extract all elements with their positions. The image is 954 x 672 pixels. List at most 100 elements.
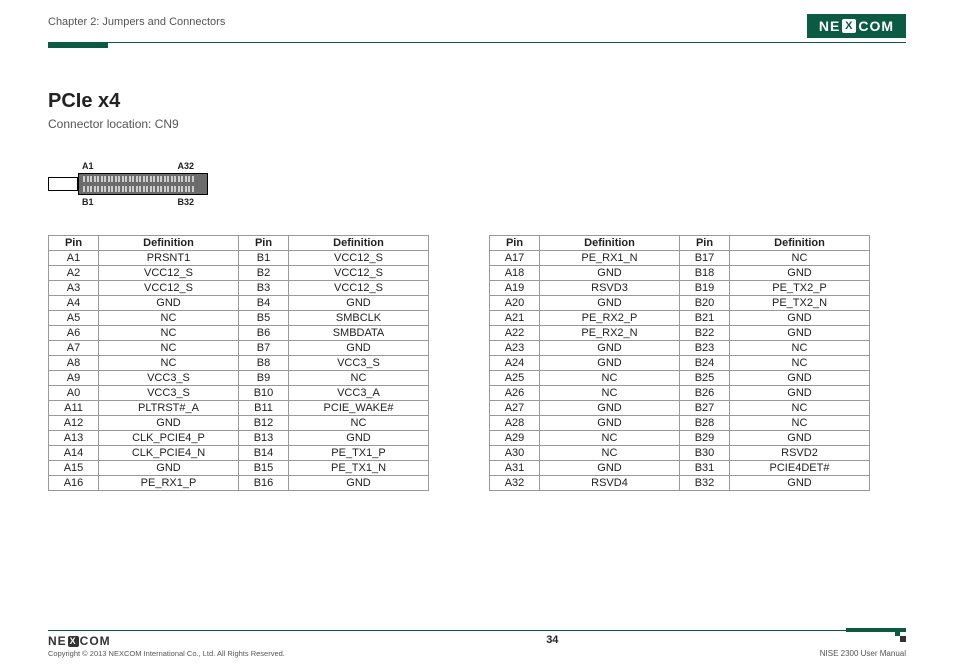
definition-cell: NC — [289, 416, 429, 431]
definition-cell: VCC3_S — [99, 371, 239, 386]
page-subtitle: Connector location: CN9 — [48, 117, 906, 131]
pin-cell: B30 — [680, 446, 730, 461]
pin-cell: A15 — [49, 461, 99, 476]
pin-cell: A13 — [49, 431, 99, 446]
pin-cell: B12 — [239, 416, 289, 431]
definition-cell: PE_TX2_N — [730, 296, 870, 311]
table-row: A1PRSNT1B1VCC12_S — [49, 251, 429, 266]
footer-logo: NEXCOM — [48, 634, 285, 648]
pin-cell: B16 — [239, 476, 289, 491]
definition-cell: GND — [730, 371, 870, 386]
brand-logo: NEXCOM — [807, 14, 906, 38]
definition-cell: VCC12_S — [289, 251, 429, 266]
table-row: A2VCC12_SB2VCC12_S — [49, 266, 429, 281]
definition-cell: PRSNT1 — [99, 251, 239, 266]
definition-cell: NC — [730, 341, 870, 356]
table-row: A11PLTRST#_AB11PCIE_WAKE# — [49, 401, 429, 416]
pin-cell: A16 — [49, 476, 99, 491]
diagram-label-b32: B32 — [178, 197, 195, 207]
pin-cell: A23 — [490, 341, 540, 356]
table-header: Definition — [289, 236, 429, 251]
definition-cell: VCC12_S — [289, 281, 429, 296]
pinout-table-left: PinDefinitionPinDefinition A1PRSNT1B1VCC… — [48, 235, 429, 491]
table-row: A12GNDB12NC — [49, 416, 429, 431]
table-row: A28GNDB28NC — [490, 416, 870, 431]
pin-cell: A14 — [49, 446, 99, 461]
pin-cell: A3 — [49, 281, 99, 296]
pin-cell: B4 — [239, 296, 289, 311]
pin-cell: B11 — [239, 401, 289, 416]
table-row: A16PE_RX1_PB16GND — [49, 476, 429, 491]
logo-x-icon: X — [842, 19, 856, 33]
definition-cell: RSVD2 — [730, 446, 870, 461]
pin-cell: A30 — [490, 446, 540, 461]
table-row: A8NCB8VCC3_S — [49, 356, 429, 371]
pin-cell: B26 — [680, 386, 730, 401]
pin-cell: B13 — [239, 431, 289, 446]
pin-cell: A26 — [490, 386, 540, 401]
pin-cell: A24 — [490, 356, 540, 371]
definition-cell: GND — [289, 431, 429, 446]
page-number: 34 — [546, 634, 558, 646]
definition-cell: NC — [99, 341, 239, 356]
definition-cell: PE_RX2_N — [540, 326, 680, 341]
table-row: A23GNDB23NC — [490, 341, 870, 356]
pin-cell: A31 — [490, 461, 540, 476]
pin-cell: B24 — [680, 356, 730, 371]
table-header: Pin — [490, 236, 540, 251]
diagram-label-a1: A1 — [82, 161, 94, 171]
definition-cell: GND — [730, 476, 870, 491]
definition-cell: PE_RX1_N — [540, 251, 680, 266]
table-row: A21PE_RX2_PB21GND — [490, 311, 870, 326]
table-header: Definition — [730, 236, 870, 251]
manual-name: NISE 2300 User Manual — [820, 649, 906, 658]
pin-cell: A28 — [490, 416, 540, 431]
pin-cell: A32 — [490, 476, 540, 491]
pin-cell: B23 — [680, 341, 730, 356]
definition-cell: PE_TX1_N — [289, 461, 429, 476]
pin-cell: A20 — [490, 296, 540, 311]
definition-cell: NC — [540, 371, 680, 386]
definition-cell: NC — [730, 356, 870, 371]
table-row: A0VCC3_SB10VCC3_A — [49, 386, 429, 401]
table-row: A9VCC3_SB9NC — [49, 371, 429, 386]
pin-cell: A2 — [49, 266, 99, 281]
table-row: A22PE_RX2_NB22GND — [490, 326, 870, 341]
definition-cell: GND — [540, 461, 680, 476]
pin-cell: B5 — [239, 311, 289, 326]
definition-cell: PE_RX1_P — [99, 476, 239, 491]
definition-cell: VCC12_S — [99, 281, 239, 296]
definition-cell: VCC12_S — [99, 266, 239, 281]
pin-cell: B18 — [680, 266, 730, 281]
definition-cell: PCIE4DET# — [730, 461, 870, 476]
table-header: Definition — [99, 236, 239, 251]
definition-cell: VCC3_A — [289, 386, 429, 401]
table-row: A19RSVD3B19PE_TX2_P — [490, 281, 870, 296]
table-row: A13CLK_PCIE4_PB13GND — [49, 431, 429, 446]
table-row: A4GNDB4GND — [49, 296, 429, 311]
definition-cell: GND — [540, 356, 680, 371]
definition-cell: GND — [730, 431, 870, 446]
table-row: A18GNDB18GND — [490, 266, 870, 281]
definition-cell: RSVD4 — [540, 476, 680, 491]
pin-cell: B27 — [680, 401, 730, 416]
definition-cell: PLTRST#_A — [99, 401, 239, 416]
pin-cell: A1 — [49, 251, 99, 266]
definition-cell: GND — [730, 386, 870, 401]
definition-cell: CLK_PCIE4_N — [99, 446, 239, 461]
definition-cell: NC — [730, 401, 870, 416]
definition-cell: SMBCLK — [289, 311, 429, 326]
definition-cell: VCC12_S — [289, 266, 429, 281]
definition-cell: GND — [540, 296, 680, 311]
pin-cell: B17 — [680, 251, 730, 266]
pin-cell: B20 — [680, 296, 730, 311]
pin-cell: A4 — [49, 296, 99, 311]
pin-cell: B19 — [680, 281, 730, 296]
definition-cell: NC — [99, 326, 239, 341]
definition-cell: PE_TX1_P — [289, 446, 429, 461]
pin-cell: A7 — [49, 341, 99, 356]
table-row: A3VCC12_SB3VCC12_S — [49, 281, 429, 296]
pin-cell: B6 — [239, 326, 289, 341]
definition-cell: VCC3_S — [99, 386, 239, 401]
pin-cell: A25 — [490, 371, 540, 386]
